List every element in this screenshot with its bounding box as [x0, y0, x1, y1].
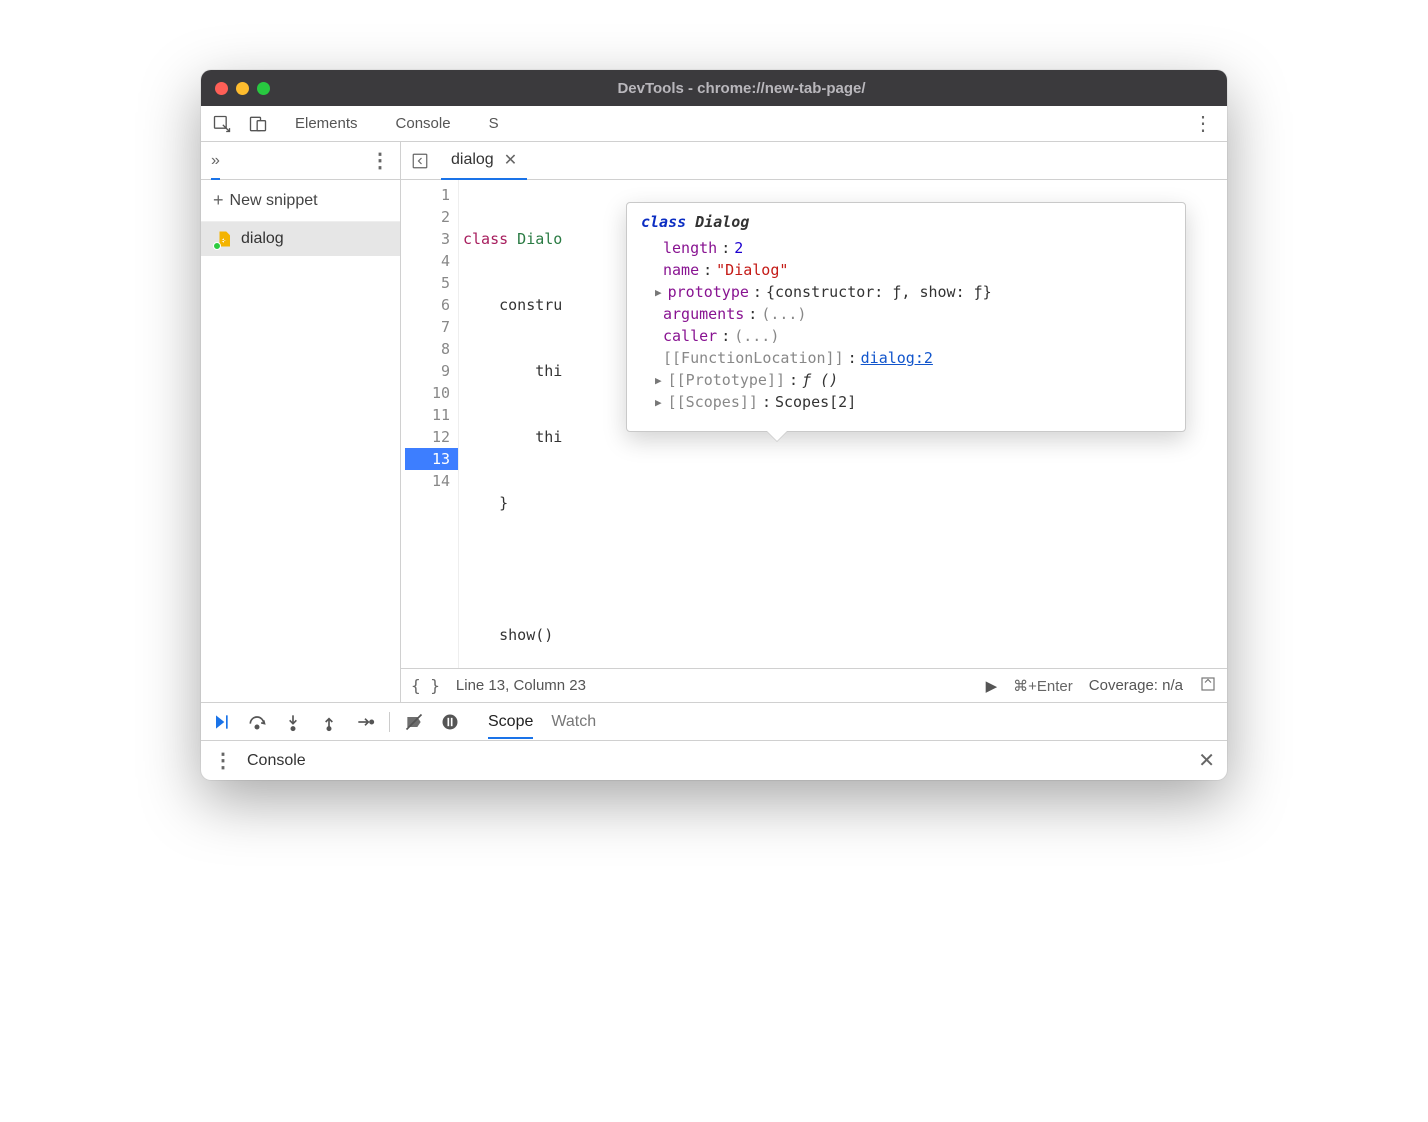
- popover-prop-prototype[interactable]: ▶ prototype: {constructor: ƒ, show: ƒ}: [641, 281, 1171, 303]
- snippet-file-item[interactable]: dialog: [201, 222, 400, 256]
- coverage-status: Coverage: n/a: [1089, 677, 1183, 694]
- tab-elements[interactable]: Elements: [281, 106, 372, 142]
- close-tab-icon[interactable]: ✕: [504, 150, 517, 170]
- snippet-file-label: dialog: [241, 230, 284, 248]
- editor-tab-label: dialog: [451, 151, 494, 169]
- navigator-pane: » ⋮ + New snippet dialog: [201, 142, 401, 702]
- new-snippet-button[interactable]: + New snippet: [201, 180, 400, 222]
- traffic-lights: [215, 82, 270, 95]
- navigator-header: » ⋮: [201, 142, 400, 180]
- navigator-menu-icon[interactable]: ⋮: [370, 148, 390, 173]
- step-button[interactable]: [353, 710, 377, 734]
- line-gutter: 1234 5678 9101112 1314: [401, 180, 459, 668]
- toolbar-divider: [389, 712, 390, 732]
- console-drawer-label[interactable]: Console: [247, 752, 306, 770]
- editor-float-icon[interactable]: [1199, 675, 1217, 697]
- device-toolbar-icon[interactable]: [245, 111, 271, 137]
- tab-watch[interactable]: Watch: [551, 713, 596, 739]
- status-dot-icon: [213, 242, 221, 250]
- tab-console[interactable]: Console: [382, 106, 465, 142]
- more-tabs-icon[interactable]: ⋮: [1187, 111, 1219, 136]
- devtools-window: DevTools - chrome://new-tab-page/ Elemen…: [201, 70, 1227, 780]
- close-drawer-icon[interactable]: ✕: [1198, 748, 1215, 773]
- panel-tabs: Elements Console S ⋮: [201, 106, 1227, 142]
- plus-icon: +: [213, 190, 224, 211]
- main-area: » ⋮ + New snippet dialog di: [201, 142, 1227, 702]
- scope-watch-tabs: Scope Watch: [474, 713, 1219, 731]
- pause-on-exceptions-button[interactable]: [438, 710, 462, 734]
- new-snippet-label: New snippet: [230, 192, 318, 210]
- console-menu-icon[interactable]: ⋮: [213, 748, 233, 773]
- minimize-window-button[interactable]: [236, 82, 249, 95]
- popover-prop-caller[interactable]: caller: (...): [641, 325, 1171, 347]
- popover-header: class Dialog: [641, 213, 1171, 231]
- editor-status-bar: { } Line 13, Column 23 ▶ ⌘+Enter Coverag…: [401, 668, 1227, 702]
- popover-prop-length: length: 2: [641, 237, 1171, 259]
- expand-icon[interactable]: ▶: [655, 286, 662, 299]
- snippet-file-icon: [215, 230, 233, 248]
- console-drawer: ⋮ Console ✕: [201, 740, 1227, 780]
- navigator-more-icon[interactable]: »: [211, 152, 220, 180]
- run-shortcut-hint: ⌘+Enter: [1013, 677, 1073, 695]
- object-preview-popover: class Dialog length: 2 name: "Dialog" ▶ …: [626, 202, 1186, 432]
- popover-prop-functionlocation: [[FunctionLocation]]: dialog:2: [641, 347, 1171, 369]
- popover-prop-prototype-internal[interactable]: ▶ [[Prototype]]: ƒ (): [641, 369, 1171, 391]
- step-over-button[interactable]: [245, 710, 269, 734]
- expand-icon[interactable]: ▶: [655, 396, 662, 409]
- tab-scope[interactable]: Scope: [488, 713, 533, 739]
- titlebar: DevTools - chrome://new-tab-page/: [201, 70, 1227, 106]
- step-into-button[interactable]: [281, 710, 305, 734]
- zoom-window-button[interactable]: [257, 82, 270, 95]
- popover-prop-name: name: "Dialog": [641, 259, 1171, 281]
- deactivate-breakpoints-button[interactable]: [402, 710, 426, 734]
- inspect-element-icon[interactable]: [209, 111, 235, 137]
- location-link[interactable]: dialog:2: [861, 349, 933, 367]
- step-out-button[interactable]: [317, 710, 341, 734]
- editor-tab-dialog[interactable]: dialog ✕: [441, 142, 527, 180]
- window-title: DevTools - chrome://new-tab-page/: [270, 80, 1213, 97]
- tab-sources-truncated[interactable]: S: [475, 106, 513, 142]
- pretty-print-icon[interactable]: { }: [411, 676, 440, 695]
- expand-icon[interactable]: ▶: [655, 374, 662, 387]
- popover-prop-scopes[interactable]: ▶ [[Scopes]]: Scopes[2]: [641, 391, 1171, 413]
- editor-nav-back-icon[interactable]: [407, 148, 433, 174]
- popover-prop-arguments[interactable]: arguments: (...): [641, 303, 1171, 325]
- resume-button[interactable]: [209, 710, 233, 734]
- debug-toolbar: Scope Watch: [201, 702, 1227, 740]
- close-window-button[interactable]: [215, 82, 228, 95]
- run-snippet-icon[interactable]: ▶: [986, 677, 998, 695]
- cursor-position: Line 13, Column 23: [456, 677, 586, 694]
- editor-tabs: dialog ✕: [401, 142, 1227, 180]
